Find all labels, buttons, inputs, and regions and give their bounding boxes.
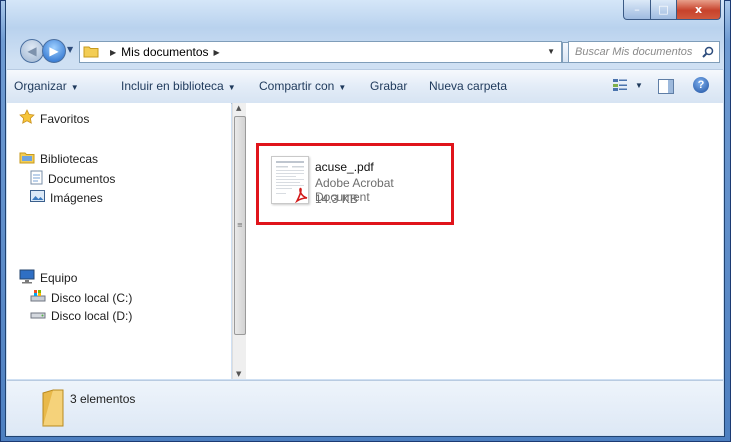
back-button[interactable]: ◀	[20, 39, 44, 63]
system-drive-icon	[30, 289, 46, 306]
back-arrow-icon: ◀	[27, 44, 37, 58]
file-list: acuse_.pdf Adobe Acrobat Document 14.3 K…	[246, 103, 723, 379]
close-button[interactable]: x	[677, 0, 721, 20]
chevron-down-icon: ▼	[70, 83, 79, 92]
burn-button[interactable]: Grabar	[370, 79, 407, 93]
new-folder-button[interactable]: Nueva carpeta	[429, 79, 507, 93]
breadcrumb-arrow-icon[interactable]: ▶	[214, 48, 220, 57]
forward-arrow-icon: ▶	[49, 44, 59, 58]
folder-icon	[41, 389, 65, 431]
nav-label-disco-c: Disco local (C:)	[51, 290, 133, 305]
explorer-window: – □ x ◀ ▶ ▼ ▶ Mis documentos ▶ ▼ ↻ Busca…	[5, 0, 725, 437]
organize-menu[interactable]: Organizar ▼	[14, 79, 79, 93]
scroll-down-icon[interactable]: ▼	[236, 370, 241, 378]
change-view-button[interactable]	[612, 78, 628, 95]
library-icon	[19, 150, 35, 167]
picture-icon	[30, 190, 45, 205]
search-input[interactable]: Buscar Mis documentos	[568, 41, 720, 63]
file-name: acuse_.pdf	[315, 160, 374, 174]
minimize-button[interactable]: –	[623, 0, 651, 20]
navigation-pane: Favoritos Bibliotecas Documentos Imágene…	[7, 103, 231, 379]
navigation-bar: ◀ ▶ ▼ ▶ Mis documentos ▶ ▼ ↻ Buscar Mis …	[6, 35, 724, 65]
share-with-menu[interactable]: Compartir con ▼	[259, 79, 346, 93]
recent-pages-dropdown[interactable]: ▼	[67, 45, 73, 54]
item-count: 3 elementos	[70, 392, 136, 406]
nav-label-equipo: Equipo	[40, 271, 78, 285]
nav-item-documentos[interactable]: Documentos	[30, 170, 115, 188]
scroll-up-icon[interactable]: ▲	[236, 104, 241, 112]
details-pane: 3 elementos	[7, 380, 723, 435]
navigation-pane-scrollbar[interactable]: ▲ ≡ ▼	[232, 103, 246, 379]
close-icon: x	[694, 3, 703, 16]
help-button[interactable]: ?	[693, 77, 709, 93]
maximize-icon: □	[658, 3, 669, 16]
file-item[interactable]: acuse_.pdf Adobe Acrobat Document 14.3 K…	[256, 143, 454, 225]
chevron-down-icon: ▼	[67, 45, 74, 54]
breadcrumb-arrow-icon[interactable]: ▶	[110, 48, 116, 57]
preview-pane-button[interactable]	[658, 79, 674, 94]
star-icon	[19, 109, 35, 128]
chevron-down-icon[interactable]: ▼	[635, 81, 643, 90]
chevron-down-icon: ▼	[227, 83, 236, 92]
scrollbar-grip-icon: ≡	[237, 221, 243, 229]
nav-label-imagenes: Imágenes	[50, 190, 103, 205]
document-icon	[30, 170, 43, 188]
nav-item-bibliotecas[interactable]: Bibliotecas	[19, 150, 98, 167]
command-toolbar: Organizar ▼ Incluir en biblioteca ▼ Compar…	[7, 69, 723, 104]
nav-item-equipo[interactable]: Equipo	[19, 269, 77, 287]
address-bar[interactable]: ▶ Mis documentos ▶ ▼	[79, 41, 562, 63]
nav-label-documentos: Documentos	[48, 172, 116, 186]
include-in-library-label: Incluir en biblioteca	[121, 79, 224, 93]
nav-item-disco-c[interactable]: Disco local (C:)	[30, 289, 132, 306]
pdf-icon	[271, 156, 309, 204]
nav-label-disco-d: Disco local (D:)	[51, 309, 133, 323]
maximize-button[interactable]: □	[651, 0, 677, 20]
minimize-icon: –	[634, 3, 640, 16]
address-dropdown-icon[interactable]: ▼	[547, 47, 555, 56]
window-controls: – □ x	[623, 0, 721, 20]
search-placeholder: Buscar Mis documentos	[575, 46, 693, 58]
burn-label: Grabar	[370, 79, 408, 93]
nav-item-favoritos[interactable]: Favoritos	[19, 109, 89, 128]
drive-icon	[30, 309, 46, 323]
file-size: 14.3 KB	[315, 192, 358, 206]
view-options-icon	[613, 79, 627, 91]
chevron-down-icon: ▼	[338, 83, 347, 92]
folder-icon	[83, 44, 99, 61]
include-in-library-menu[interactable]: Incluir en biblioteca ▼	[121, 79, 236, 93]
nav-item-disco-d[interactable]: Disco local (D:)	[30, 309, 132, 323]
organize-label: Organizar	[14, 79, 67, 93]
share-with-label: Compartir con	[259, 79, 335, 93]
help-icon: ?	[697, 79, 705, 91]
forward-button[interactable]: ▶	[42, 39, 66, 63]
new-folder-label: Nueva carpeta	[429, 79, 508, 93]
computer-icon	[19, 269, 35, 287]
nav-item-imagenes[interactable]: Imágenes	[30, 190, 103, 205]
breadcrumb-mis-documentos[interactable]: Mis documentos	[121, 45, 208, 59]
nav-label-bibliotecas: Bibliotecas	[40, 151, 99, 166]
nav-label-favoritos: Favoritos	[40, 111, 90, 126]
search-icon[interactable]	[702, 43, 714, 62]
